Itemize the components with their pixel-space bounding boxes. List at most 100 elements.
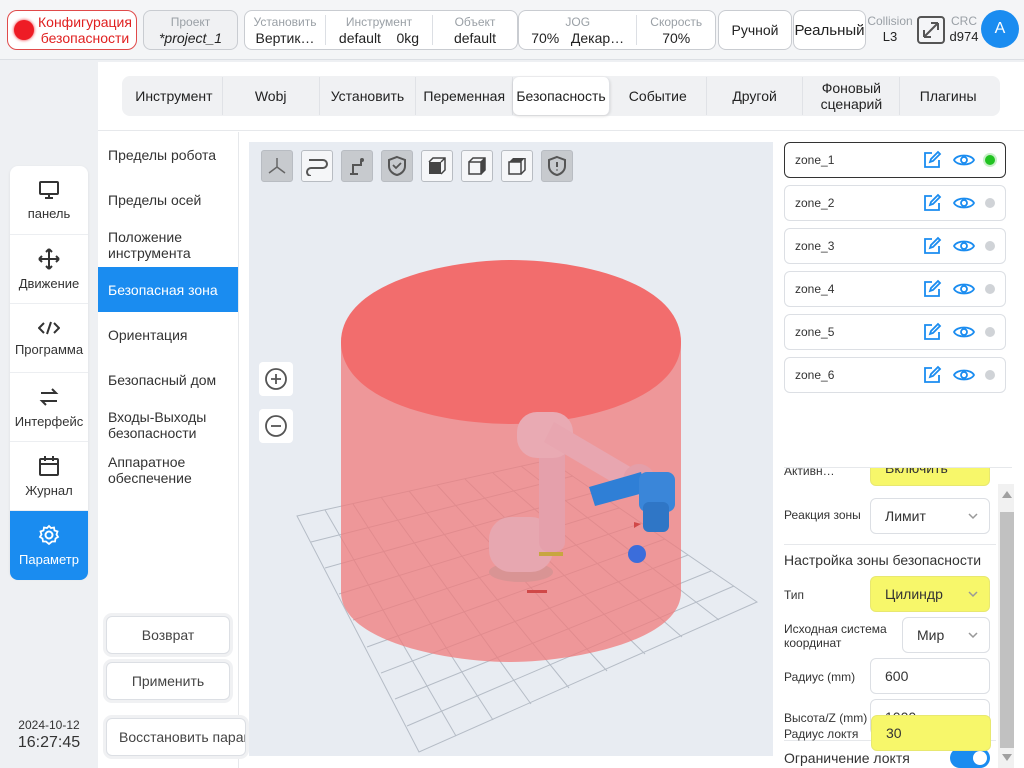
eye-icon[interactable] xyxy=(953,278,975,300)
restore-params-button[interactable]: Восстановить параметры xyxy=(106,718,246,756)
view-top-button[interactable] xyxy=(501,150,533,182)
safety-label-line1: Конфигурация xyxy=(38,14,132,30)
tab-safety[interactable]: Безопасность xyxy=(513,77,610,115)
install-tool-object-panel[interactable]: Установить Вертик… Инструмент default 0k… xyxy=(244,10,518,50)
nav-item-interface[interactable]: Интерфейс xyxy=(10,373,88,442)
zoom-in-button[interactable] xyxy=(259,362,293,396)
safety-submenu: Пределы робота Пределы осей Положение ин… xyxy=(98,132,238,492)
speed-value: 70% xyxy=(662,30,691,46)
reaction-select[interactable]: Лимит xyxy=(870,498,990,534)
frame-value: Мир xyxy=(917,627,945,643)
elbow-limit-toggle[interactable] xyxy=(950,748,990,768)
axes-icon xyxy=(268,158,286,174)
edit-icon[interactable] xyxy=(921,321,943,343)
zone-list-item[interactable]: zone_4 xyxy=(784,271,1006,307)
zone-list-item[interactable]: zone_2 xyxy=(784,185,1006,221)
zone-list-item[interactable]: zone_3 xyxy=(784,228,1006,264)
apply-button[interactable]: Применить xyxy=(106,662,230,700)
tab-wobj[interactable]: Wobj xyxy=(223,77,320,115)
manual-mode-button[interactable]: Ручной xyxy=(718,10,792,50)
radius-input[interactable]: 600 xyxy=(870,658,990,694)
submenu-safety-io[interactable]: Входы-Выходы безопасности xyxy=(98,402,238,447)
nav-item-panel[interactable]: панель xyxy=(10,166,88,235)
tool-name: default xyxy=(338,30,381,46)
speed-cell[interactable]: Скорость 70% xyxy=(637,11,715,49)
submenu-orientation[interactable]: Ориентация xyxy=(98,312,238,357)
edit-icon[interactable] xyxy=(921,278,943,300)
view-path-button[interactable] xyxy=(301,150,333,182)
view-side-button[interactable] xyxy=(461,150,493,182)
zone-status-indicator xyxy=(985,284,995,294)
jog-speed-panel[interactable]: JOG 70% Декар… Скорость 70% xyxy=(518,10,716,50)
fullscreen-icon[interactable] xyxy=(916,15,946,45)
frame-select[interactable]: Мир xyxy=(902,617,990,653)
real-mode-button[interactable]: Реальный xyxy=(793,10,866,50)
safety-config-button[interactable]: Конфигурация безопасности xyxy=(7,10,137,50)
nav-item-motion[interactable]: Движение xyxy=(10,235,88,304)
active-select[interactable]: Включить xyxy=(870,468,990,486)
nav-item-parameter[interactable]: Параметр xyxy=(10,511,88,580)
zone-list-item[interactable]: zone_6 xyxy=(784,357,1006,393)
object-label: Объект xyxy=(454,15,496,29)
tab-event[interactable]: Событие xyxy=(610,77,707,115)
install-cell[interactable]: Установить Вертик… xyxy=(245,11,325,49)
jog-label: JOG xyxy=(565,15,591,29)
view-axes-button[interactable] xyxy=(261,150,293,182)
nav-label: панель xyxy=(27,205,71,221)
back-button[interactable]: Возврат xyxy=(106,616,230,654)
safety-zone-scene xyxy=(296,260,759,753)
speed-label: Скорость xyxy=(650,15,703,29)
submenu-hardware[interactable]: Аппаратное обеспечение xyxy=(98,447,238,492)
zone-list-item[interactable]: zone_5 xyxy=(784,314,1006,350)
tab-tool[interactable]: Инструмент xyxy=(126,77,223,115)
tab-other[interactable]: Другой xyxy=(707,77,804,115)
view-robot-button[interactable] xyxy=(341,150,373,182)
scrollbar-thumb[interactable] xyxy=(1000,512,1014,748)
project-selector[interactable]: Проект *project_1 xyxy=(143,10,238,50)
jog-cell[interactable]: JOG 70% Декар… xyxy=(519,11,636,49)
eye-icon[interactable] xyxy=(953,192,975,214)
elbow-radius-input[interactable]: 30 xyxy=(871,715,991,751)
eye-icon[interactable] xyxy=(953,149,975,171)
nav-item-journal[interactable]: Журнал xyxy=(10,442,88,511)
submenu-tool-position[interactable]: Положение инструмента xyxy=(98,222,238,267)
eye-icon[interactable] xyxy=(953,321,975,343)
safety-label-line2: безопасности xyxy=(40,30,130,46)
nav-label: Журнал xyxy=(25,482,73,498)
crc-value: d974 xyxy=(949,29,979,44)
submenu-joint-limits[interactable]: Пределы осей xyxy=(98,177,238,222)
edit-icon[interactable] xyxy=(921,235,943,257)
tab-background-script[interactable]: Фоновый сценарий xyxy=(803,77,901,115)
view-front-button[interactable] xyxy=(421,150,453,182)
user-avatar[interactable]: A xyxy=(981,10,1019,48)
nav-label: Программа xyxy=(14,341,84,357)
edit-icon[interactable] xyxy=(921,364,943,386)
edit-icon[interactable] xyxy=(921,149,943,171)
nav-item-program[interactable]: Программа xyxy=(10,304,88,373)
active-value: Включить xyxy=(885,468,948,476)
settings-scrollbar[interactable] xyxy=(998,484,1014,768)
safety-config-label: Конфигурация безопасности xyxy=(38,14,132,46)
edit-icon[interactable] xyxy=(921,192,943,214)
view-shield-button[interactable] xyxy=(381,150,413,182)
view-warning-button[interactable] xyxy=(541,150,573,182)
eye-icon[interactable] xyxy=(953,235,975,257)
zone-list-item[interactable]: zone_1 xyxy=(784,142,1006,178)
scroll-up-icon[interactable] xyxy=(1000,488,1014,500)
jog-frame: Декар… xyxy=(570,30,625,46)
tab-install[interactable]: Установить xyxy=(320,77,417,115)
submenu-safe-home[interactable]: Безопасный дом xyxy=(98,357,238,402)
tab-variable[interactable]: Переменная xyxy=(416,77,514,115)
tool-cell[interactable]: Инструмент default 0kg xyxy=(326,11,432,49)
3d-viewport[interactable] xyxy=(249,142,773,756)
object-cell[interactable]: Объект default xyxy=(433,11,517,49)
submenu-safety-zone[interactable]: Безопасная зона xyxy=(98,267,238,312)
scroll-down-icon[interactable] xyxy=(1000,752,1014,764)
type-select[interactable]: Цилиндр xyxy=(870,576,990,612)
eye-icon[interactable] xyxy=(953,364,975,386)
current-time: 16:27:45 xyxy=(17,734,81,751)
zoom-out-button[interactable] xyxy=(259,409,293,443)
tab-plugins[interactable]: Плагины xyxy=(900,77,996,115)
elbow-radius-label: Радиус локтя xyxy=(784,727,859,741)
submenu-robot-limits[interactable]: Пределы робота xyxy=(98,132,238,177)
